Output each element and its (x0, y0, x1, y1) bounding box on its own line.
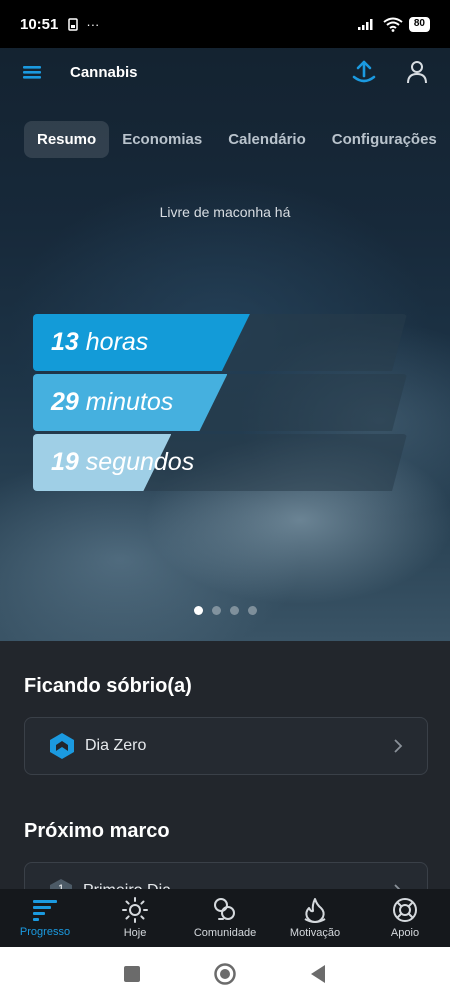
page-dot[interactable] (211, 606, 221, 615)
share-upload-icon[interactable] (352, 59, 376, 85)
community-icon (214, 898, 235, 920)
recents-icon[interactable] (123, 965, 141, 983)
nav-progresso[interactable]: Progresso (0, 889, 90, 947)
sun-icon (122, 897, 148, 923)
free-since-label: Livre de maconha há (159, 204, 291, 220)
sober-section-title: Ficando sóbrio(a) (24, 675, 192, 697)
system-navigation-bar (0, 947, 450, 1000)
milestone-section-title: Próximo marco (24, 820, 170, 842)
nav-apoio[interactable]: Apoio (360, 889, 450, 947)
status-time: 10:51 (20, 15, 59, 33)
tab-bar: Resumo Economias Calendário Configuraçõe… (24, 121, 450, 158)
hours-unit: horas (85, 328, 149, 356)
minutes-value: 29 (51, 388, 79, 416)
bottom-navigation: Progresso Hoje Comunidade Motivação Apoi… (0, 889, 450, 947)
seconds-value: 19 (51, 448, 79, 476)
more-notifications-icon: ··· (86, 16, 100, 32)
flame-icon (304, 898, 326, 923)
minutes-counter: 29 minutos (33, 374, 407, 431)
back-icon[interactable] (309, 964, 327, 984)
app-title: Cannabis (70, 63, 138, 81)
chevron-right-icon (394, 739, 403, 753)
page-indicator (0, 606, 450, 615)
dia-zero-label: Dia Zero (85, 737, 147, 754)
seconds-counter: 19 segundos (33, 434, 407, 491)
minutes-unit: minutos (85, 388, 174, 416)
nav-motivacao[interactable]: Motivação (270, 889, 360, 947)
wifi-icon (383, 17, 403, 32)
lifebuoy-icon (393, 898, 417, 922)
battery-icon: 80 (408, 16, 430, 32)
page-dot[interactable] (193, 606, 203, 615)
menu-icon[interactable] (22, 64, 42, 80)
status-bar: 10:51 ··· 80 (0, 0, 450, 48)
tab-resumo[interactable]: Resumo (24, 121, 110, 158)
notification-icon (68, 17, 79, 31)
tab-configuracoes[interactable]: Configurações (319, 121, 450, 158)
seconds-unit: segundos (85, 448, 195, 476)
hours-value: 13 (51, 328, 79, 356)
app-bar: Cannabis (0, 48, 450, 96)
page-dot[interactable] (247, 606, 257, 615)
hours-counter: 13 horas (33, 314, 407, 371)
tab-economias[interactable]: Economias (109, 121, 215, 158)
tab-calendario[interactable]: Calendário (215, 121, 319, 158)
page-dot[interactable] (229, 606, 239, 615)
nav-comunidade[interactable]: Comunidade (180, 889, 270, 947)
hexagon-logo-icon (50, 733, 74, 759)
signal-icon (357, 19, 373, 30)
progress-icon (33, 900, 57, 921)
nav-hoje[interactable]: Hoje (90, 889, 180, 947)
profile-icon[interactable] (406, 60, 428, 84)
dia-zero-card[interactable]: Dia Zero (24, 717, 428, 775)
home-icon[interactable] (213, 962, 237, 986)
